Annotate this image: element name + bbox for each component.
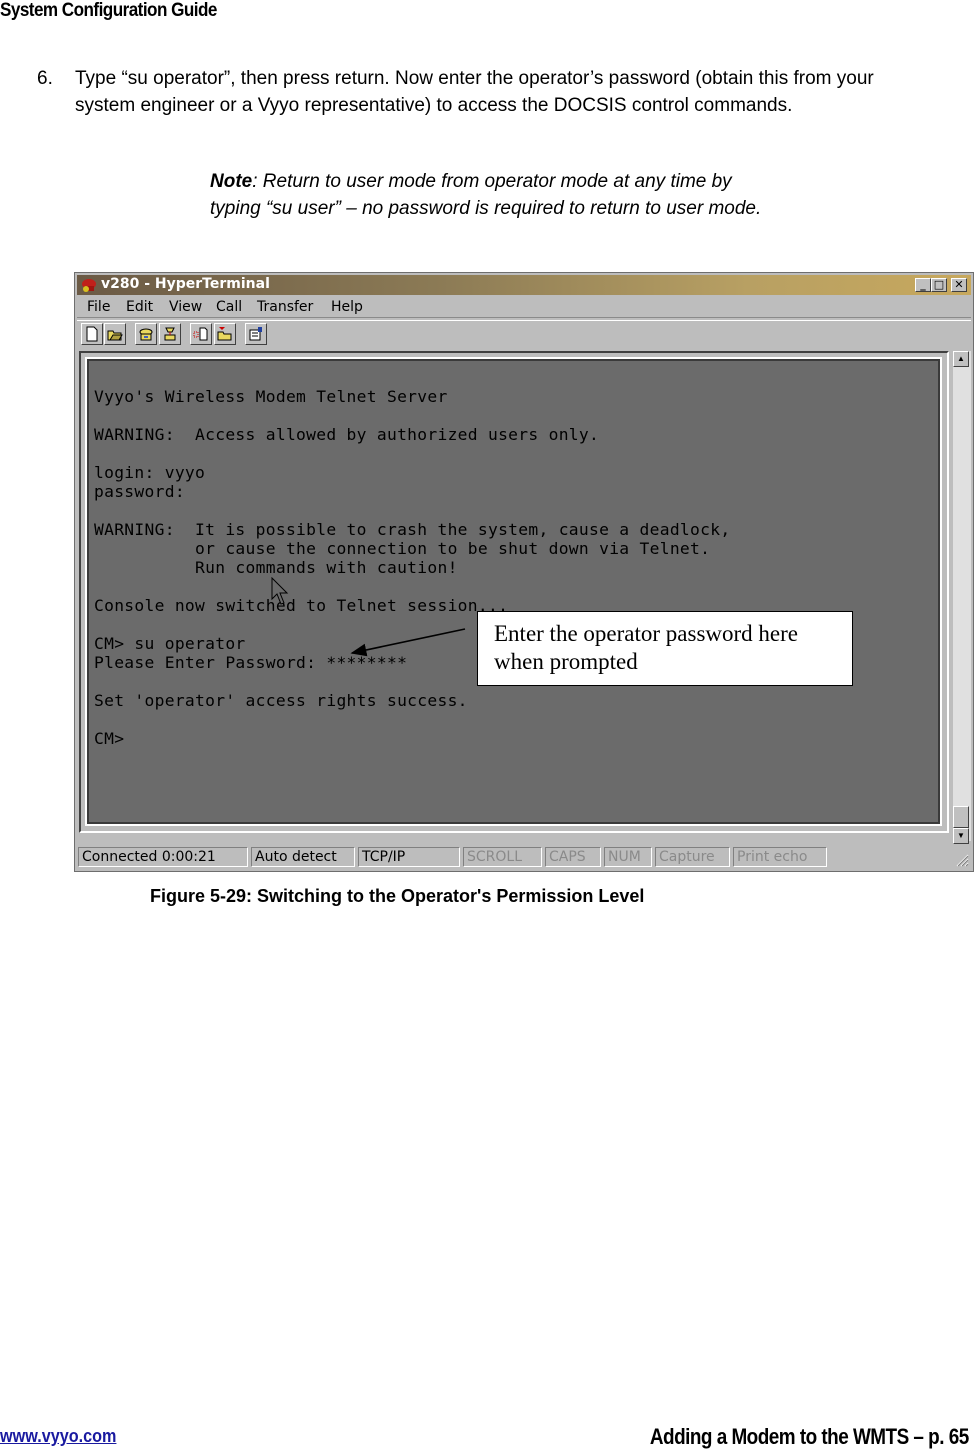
vertical-scrollbar[interactable]: ▲ ▼ <box>953 351 971 844</box>
send-button[interactable] <box>190 323 212 345</box>
scroll-down-button[interactable]: ▼ <box>953 828 969 844</box>
figure-caption: Figure 5-29: Switching to the Operator's… <box>150 886 645 906</box>
scroll-up-button[interactable]: ▲ <box>953 351 969 367</box>
connect-button[interactable] <box>135 323 157 345</box>
resize-grip-icon[interactable] <box>955 853 969 867</box>
properties-button[interactable] <box>245 323 267 345</box>
status-scroll: SCROLL <box>463 847 542 867</box>
note-block: Note: Return to user mode from operator … <box>210 169 770 222</box>
send-icon <box>193 327 208 341</box>
menu-transfer[interactable]: Transfer <box>257 299 313 315</box>
document-header: System Configuration Guide <box>0 0 217 21</box>
annotation-callout: Enter the operator password here when pr… <box>477 611 853 686</box>
note-text: : Return to user mode from operator mode… <box>210 171 762 219</box>
disconnect-icon <box>164 327 176 341</box>
properties-icon <box>249 327 262 341</box>
menu-view[interactable]: View <box>169 299 202 315</box>
minimize-button[interactable]: _ <box>915 278 931 292</box>
menu-edit[interactable]: Edit <box>126 299 153 315</box>
menu-call[interactable]: Call <box>216 299 242 315</box>
menu-file[interactable]: File <box>87 299 110 315</box>
receive-icon <box>217 327 232 341</box>
toolbar <box>77 320 971 349</box>
status-emulation: Auto detect <box>251 847 355 867</box>
status-caps: CAPS <box>545 847 601 867</box>
step-number: 6. <box>37 68 53 89</box>
note-label: Note <box>210 171 253 192</box>
title-bar[interactable]: v280 - HyperTerminal _ □ ✕ <box>77 275 971 295</box>
open-button[interactable] <box>104 323 126 345</box>
new-icon <box>86 326 98 342</box>
hyperterminal-phone-icon <box>82 279 96 292</box>
callout-line-2: when prompted <box>494 649 638 674</box>
terminal-output: Vyyo's Wireless Modem Telnet Server WARN… <box>94 387 731 748</box>
receive-button[interactable] <box>214 323 236 345</box>
terminal-screen[interactable]: Vyyo's Wireless Modem Telnet Server WARN… <box>87 359 940 824</box>
scroll-down-arrow-icon: ▼ <box>957 831 965 840</box>
scroll-thumb[interactable] <box>953 806 969 828</box>
new-button[interactable] <box>81 323 103 345</box>
website-link[interactable]: www.vyyo.com <box>0 1426 116 1447</box>
menu-help[interactable]: Help <box>331 299 363 315</box>
callout-line-1: Enter the operator password here <box>494 621 798 646</box>
close-button[interactable]: ✕ <box>951 278 967 292</box>
window-title: v280 - HyperTerminal <box>101 276 270 292</box>
maximize-button[interactable]: □ <box>931 278 947 292</box>
page-footer-section: Adding a Modem to the WMTS – p. 65 <box>650 1424 969 1449</box>
status-print-echo: Print echo <box>733 847 827 867</box>
status-bar: Connected 0:00:21 Auto detect TCP/IP SCR… <box>77 845 971 869</box>
hyperterminal-window: v280 - HyperTerminal _ □ ✕ File Edit Vie… <box>74 272 974 872</box>
terminal-frame: Vyyo's Wireless Modem Telnet Server WARN… <box>79 351 949 833</box>
status-connection: Connected 0:00:21 <box>78 847 248 867</box>
status-num: NUM <box>604 847 652 867</box>
status-capture: Capture <box>655 847 730 867</box>
scroll-up-arrow-icon: ▲ <box>957 354 965 363</box>
disconnect-button[interactable] <box>159 323 181 345</box>
mouse-cursor-icon <box>271 577 289 605</box>
connect-icon <box>139 328 153 341</box>
step-text: Type “su operator”, then press return. N… <box>75 68 874 116</box>
status-protocol: TCP/IP <box>358 847 460 867</box>
menu-bar: File Edit View Call Transfer Help <box>77 297 971 318</box>
open-icon <box>107 330 123 341</box>
